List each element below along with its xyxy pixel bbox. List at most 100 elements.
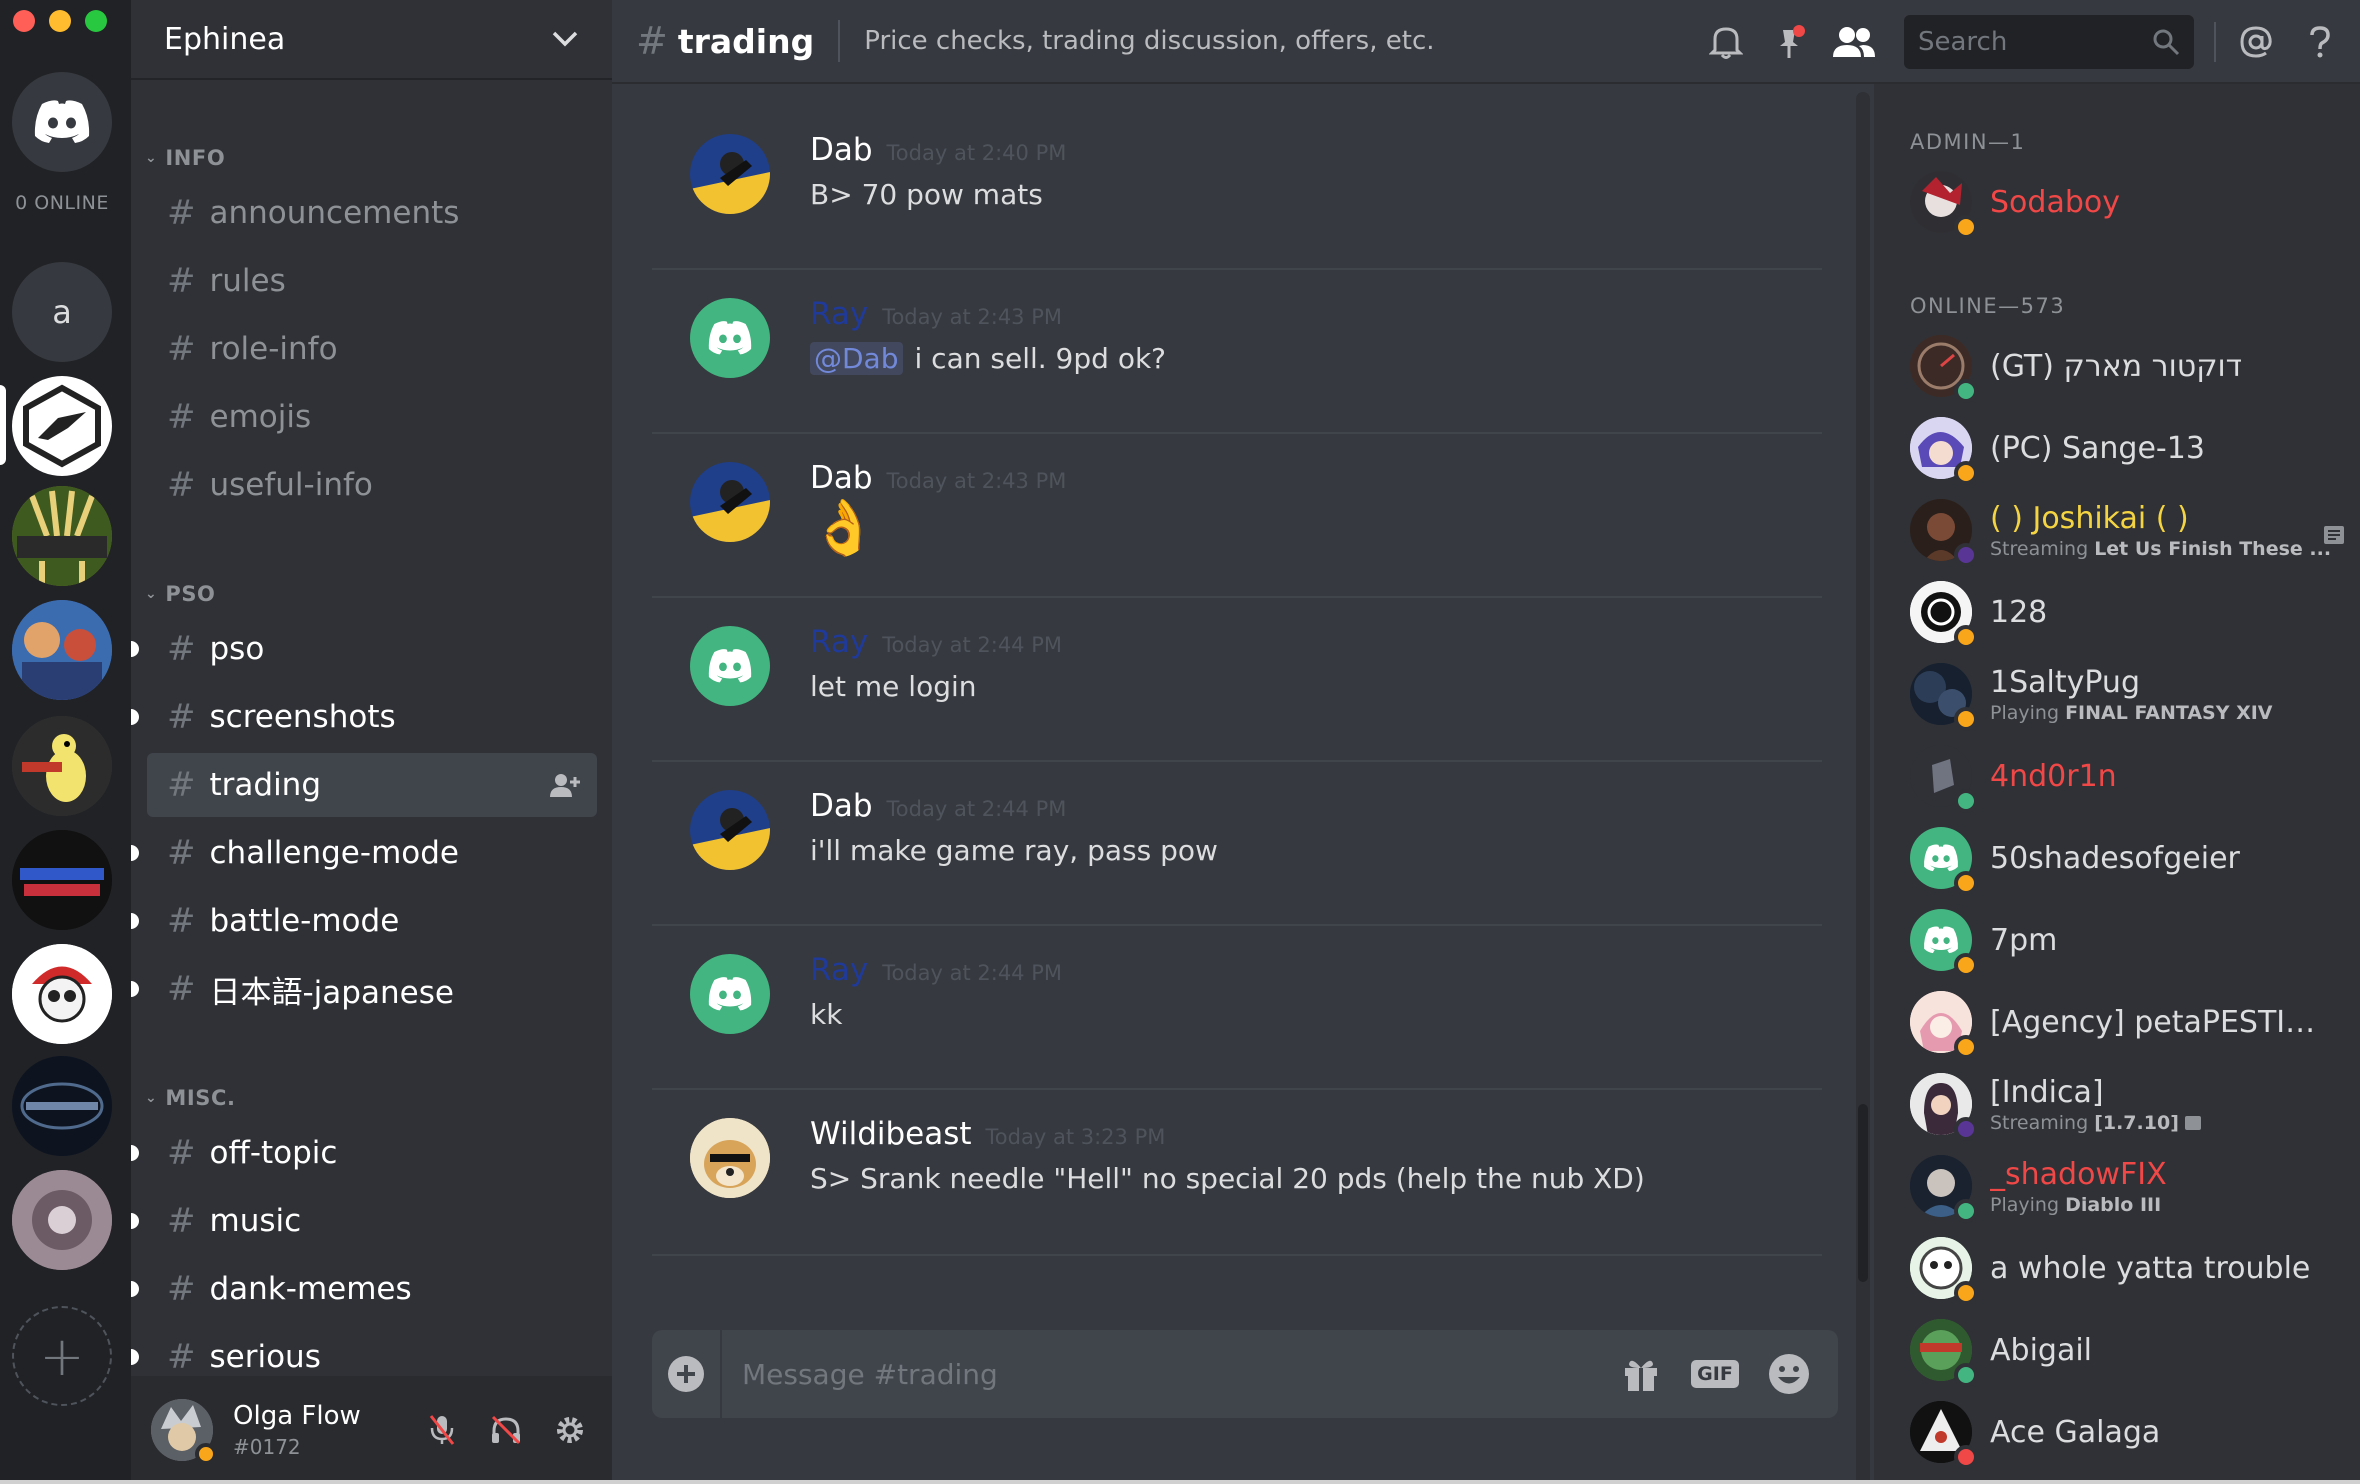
message-timestamp: Today at 2:44 PM (882, 633, 1063, 657)
server-ephinea[interactable] (12, 376, 112, 476)
member-item[interactable]: ( ) Joshikai ( ) Streaming Let Us Finish … (1910, 494, 2350, 567)
member-item[interactable]: _shadowFIX Playing Diablo III (1910, 1150, 2350, 1223)
avatar (1910, 745, 1978, 813)
member-item[interactable]: (GT) דוקטור מארק (1910, 330, 2350, 403)
channel-music[interactable]: # music (131, 1189, 597, 1253)
message-author[interactable]: Dab (810, 132, 873, 168)
chat-scrollbar[interactable] (1856, 92, 1870, 1484)
member-name: Sodaboy (1990, 184, 2120, 220)
server-sonthack[interactable] (12, 830, 112, 930)
member-item[interactable]: 50shadesofgeier (1910, 822, 2350, 895)
gift-icon[interactable] (1616, 1349, 1666, 1399)
search-box[interactable] (1904, 15, 2194, 69)
member-item[interactable]: [Agency] petaPESTILE... (1910, 986, 2350, 1059)
member-item[interactable]: 1SaltyPug Playing FINAL FANTASY XIV (1910, 658, 2350, 731)
online-status-icon (1954, 1199, 1978, 1223)
message: Ray Today at 2:43 PM @Dab i can sell. 9pd … (652, 270, 1822, 434)
user-mention[interactable]: @Dab (810, 342, 903, 375)
channel-trading[interactable]: # trading (147, 753, 597, 817)
member-item[interactable]: Ace Galaga (1910, 1396, 2350, 1469)
doge-avatar-image (690, 1118, 770, 1198)
member-item[interactable]: 4nd0r1n (1910, 740, 2350, 813)
member-item[interactable]: 7pm (1910, 904, 2350, 977)
home-button[interactable] (12, 72, 112, 172)
avatar (1910, 1401, 1978, 1469)
channel-announcements[interactable]: # announcements (147, 181, 597, 245)
channel-rules[interactable]: # rules (147, 249, 597, 313)
emoji-picker-icon[interactable] (1764, 1349, 1814, 1399)
server-gear[interactable] (12, 1170, 112, 1270)
avatar[interactable] (690, 462, 770, 542)
member-activity: Playing Diablo III (1990, 1194, 2167, 1216)
member-item[interactable]: (PC) Sange-13 (1910, 412, 2350, 485)
channel-challenge-mode[interactable]: # challenge-mode (131, 821, 597, 885)
member-item[interactable]: Abigail (1910, 1314, 2350, 1387)
channel-sidebar: Ephinea ⌄ INFO # announcements # rules # rol… (131, 0, 612, 1484)
avatar[interactable] (690, 626, 770, 706)
category-info[interactable]: ⌄ INFO (145, 146, 225, 170)
member-item[interactable]: 128 (1910, 576, 2350, 649)
channel-role-info[interactable]: # role-info (147, 317, 597, 381)
avatar[interactable] (690, 134, 770, 214)
add-member-icon[interactable] (547, 771, 581, 799)
deafen-headphones-icon[interactable] (490, 1414, 522, 1446)
gif-button[interactable]: GIF (1690, 1349, 1740, 1399)
channel-useful-info[interactable]: # useful-info (147, 453, 597, 517)
user-settings-gear-icon[interactable] (554, 1414, 586, 1446)
unread-indicator (131, 981, 139, 997)
channel-japanese[interactable]: # 日本語-japanese (131, 957, 597, 1021)
maximize-window-button[interactable] (85, 10, 107, 32)
server-bird[interactable] (12, 716, 112, 816)
avatar[interactable] (690, 1118, 770, 1198)
message-author[interactable]: Ray (810, 624, 868, 660)
avatar[interactable] (151, 1399, 217, 1465)
window-controls (13, 10, 107, 32)
mute-mic-icon[interactable] (426, 1414, 458, 1446)
channel-battle-mode[interactable]: # battle-mode (131, 889, 597, 953)
member-name: 4nd0r1n (1990, 758, 2117, 794)
channel-emojis[interactable]: # emojis (147, 385, 597, 449)
message-input[interactable] (722, 1357, 1616, 1391)
message-author[interactable]: Ray (810, 952, 868, 988)
channel-screenshots[interactable]: # screenshots (131, 685, 597, 749)
server-anime[interactable] (12, 600, 112, 700)
member-item[interactable]: Sodaboy (1910, 166, 2350, 239)
mentions-at-icon[interactable] (2232, 18, 2280, 66)
category-misc[interactable]: ⌄ MISC. (145, 1086, 236, 1110)
avatar (1910, 909, 1978, 977)
guild-header[interactable]: Ephinea (131, 0, 612, 80)
avatar[interactable] (690, 790, 770, 870)
member-item[interactable]: a whole yatta trouble (1910, 1232, 2350, 1305)
server-koob[interactable] (12, 486, 112, 586)
message-composer: GIF (652, 1330, 1838, 1418)
message-author[interactable]: Wildibeast (810, 1116, 972, 1152)
channel-dank-memes[interactable]: # dank-memes (131, 1257, 597, 1321)
message-author[interactable]: Dab (810, 460, 873, 496)
server-a[interactable]: a (12, 262, 112, 362)
hash-icon: # (167, 1201, 196, 1241)
channel-off-topic[interactable]: # off-topic (131, 1121, 597, 1185)
discord-logo-icon (34, 100, 90, 143)
upload-button[interactable] (652, 1330, 722, 1418)
category-pso[interactable]: ⌄ PSO (145, 582, 216, 606)
member-item[interactable]: [Indica] Streaming [1.7.10] (1910, 1068, 2350, 1141)
member-list-icon[interactable] (1830, 18, 1878, 66)
message-author[interactable]: Dab (810, 788, 873, 824)
avatar[interactable] (690, 954, 770, 1034)
message-author[interactable]: Ray (810, 296, 868, 332)
member-name: _shadowFIX (1990, 1156, 2167, 1192)
add-server-button[interactable]: + (12, 1306, 112, 1406)
search-input[interactable] (1918, 27, 2138, 57)
help-question-icon[interactable] (2296, 18, 2344, 66)
online-status-icon (1954, 379, 1978, 403)
server-pso-private[interactable] (12, 1056, 112, 1156)
close-window-button[interactable] (13, 10, 35, 32)
avatar[interactable] (690, 298, 770, 378)
scrollbar-thumb[interactable] (1858, 1104, 1868, 1282)
server-switch[interactable] (12, 944, 112, 1044)
pinned-messages-icon[interactable] (1766, 18, 1814, 66)
channel-pso[interactable]: # pso (131, 617, 597, 681)
minimize-window-button[interactable] (49, 10, 71, 32)
notification-bell-icon[interactable] (1702, 18, 1750, 66)
chevron-down-icon: ⌄ (145, 150, 158, 166)
